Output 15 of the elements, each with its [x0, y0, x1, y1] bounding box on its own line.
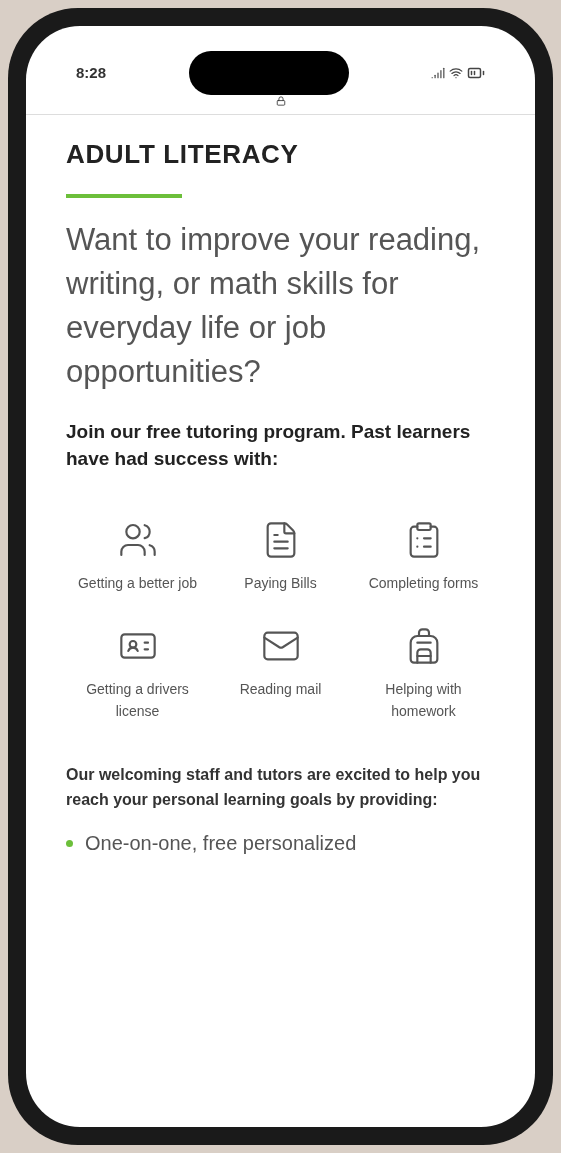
page-title: ADULT LITERACY [66, 138, 300, 171]
success-label: Helping with homework [384, 680, 463, 721]
wifi-icon [449, 66, 463, 80]
success-label: Completing forms [367, 574, 480, 593]
success-label: Getting a better job [77, 574, 198, 593]
signal-icon [431, 66, 445, 80]
lock-icon [275, 96, 286, 106]
success-label: Paying Bills [243, 574, 318, 593]
status-time: 8:28 [76, 62, 107, 83]
bullet-text: One-on-one, free personalized [85, 831, 357, 856]
success-label: Getting a drivers license [85, 680, 190, 721]
lead-text: Want to improve your reading, writing, or math skills for everyday life or job opportunities? [66, 221, 482, 391]
success-label: Reading mail [238, 680, 323, 699]
staff-text: Our welcoming staff and tutors are excited to help you reach your personal learning goals by providing: [66, 765, 482, 810]
intro-text: Join our free tutoring program. Past learners have had success with: [66, 420, 472, 471]
